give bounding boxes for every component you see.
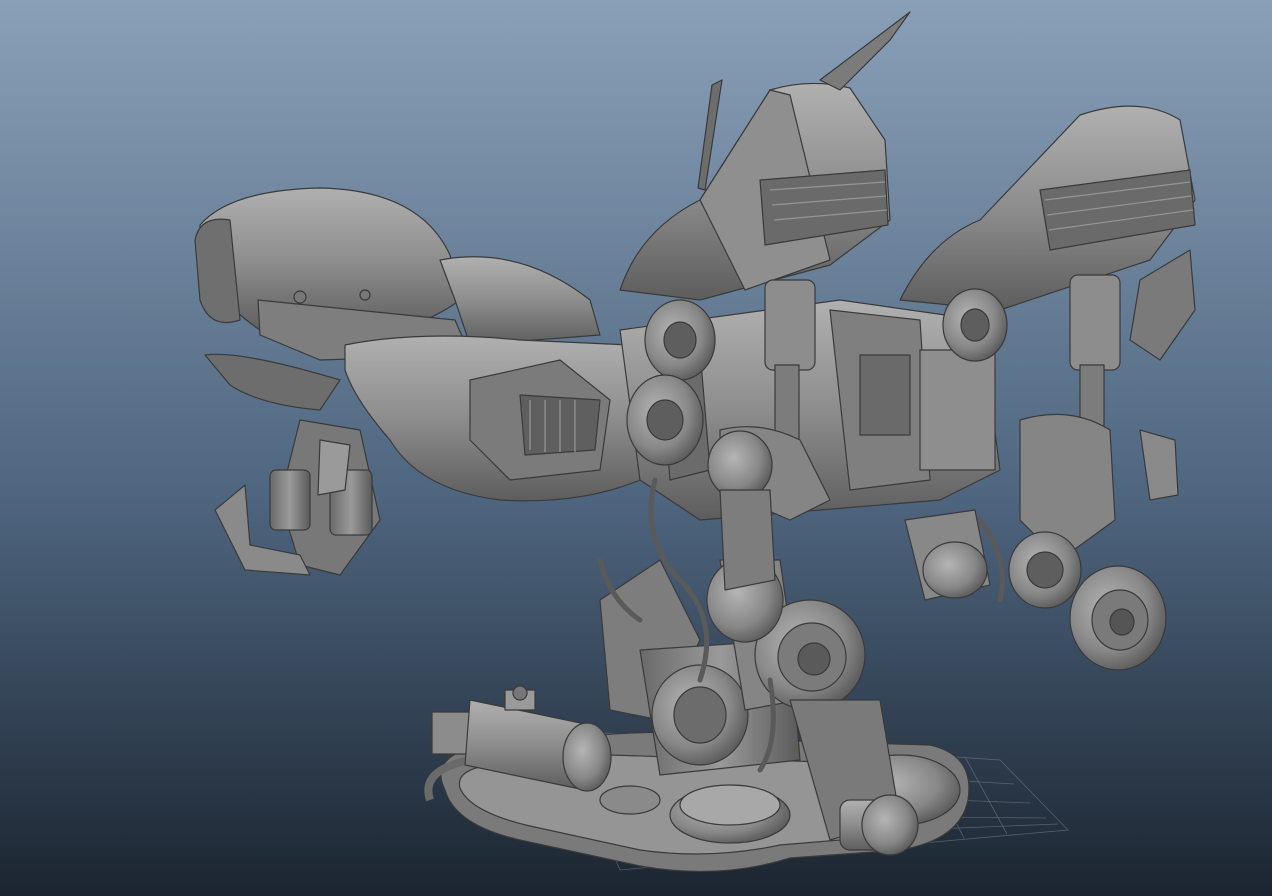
3d-viewport[interactable] — [0, 0, 1272, 896]
viewport-canvas[interactable] — [0, 0, 1272, 896]
